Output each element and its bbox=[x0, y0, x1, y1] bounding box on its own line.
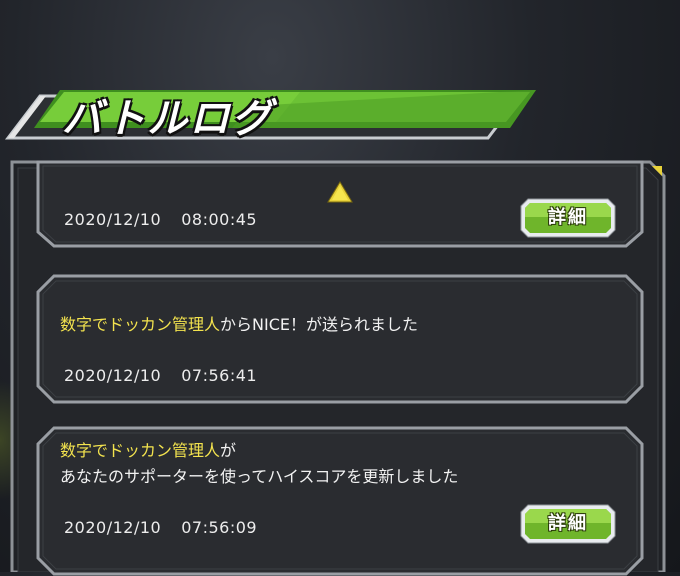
detail-button[interactable]: 詳細 bbox=[520, 198, 616, 238]
log-date: 2020/12/10 bbox=[64, 518, 162, 537]
log-timestamp: 2020/12/10 07:56:09 bbox=[64, 518, 257, 537]
log-entry: 数字でドッカン管理人からNICE！が送られました 2020/12/10 07:56… bbox=[36, 274, 644, 404]
log-message-line2: あなたのサポーターを使ってハイスコアを更新しました bbox=[60, 467, 459, 486]
log-time: 08:00:45 bbox=[181, 210, 258, 229]
log-entry: 数字でドッカン管理人が あなたのサポーターを使ってハイスコアを更新しました 20… bbox=[36, 426, 644, 576]
player-name: 数字でドッカン管理人 bbox=[60, 315, 221, 334]
log-date: 2020/12/10 bbox=[64, 210, 162, 229]
detail-button-label: 詳細 bbox=[548, 513, 588, 534]
log-time: 07:56:41 bbox=[181, 366, 258, 385]
player-name: 数字でドッカン管理人 bbox=[60, 441, 221, 460]
detail-button-label: 詳細 bbox=[548, 207, 588, 228]
log-date: 2020/12/10 bbox=[64, 366, 162, 385]
log-time: 07:56:09 bbox=[181, 518, 258, 537]
log-message: 数字でドッカン管理人が bbox=[60, 440, 236, 462]
log-message-text: からNICE！が送られました bbox=[220, 315, 418, 334]
battle-log-list[interactable]: 2020/12/10 08:00:45 詳細 数字でドッカン管理人からNICE！が… bbox=[0, 0, 680, 576]
log-message-text: が bbox=[220, 441, 237, 460]
log-timestamp: 2020/12/10 07:56:41 bbox=[64, 366, 257, 385]
detail-button[interactable]: 詳細 bbox=[520, 504, 616, 544]
log-message: 数字でドッカン管理人からNICE！が送られました bbox=[60, 314, 418, 336]
log-timestamp: 2020/12/10 08:00:45 bbox=[64, 210, 257, 229]
up-triangle-icon[interactable] bbox=[326, 180, 354, 208]
